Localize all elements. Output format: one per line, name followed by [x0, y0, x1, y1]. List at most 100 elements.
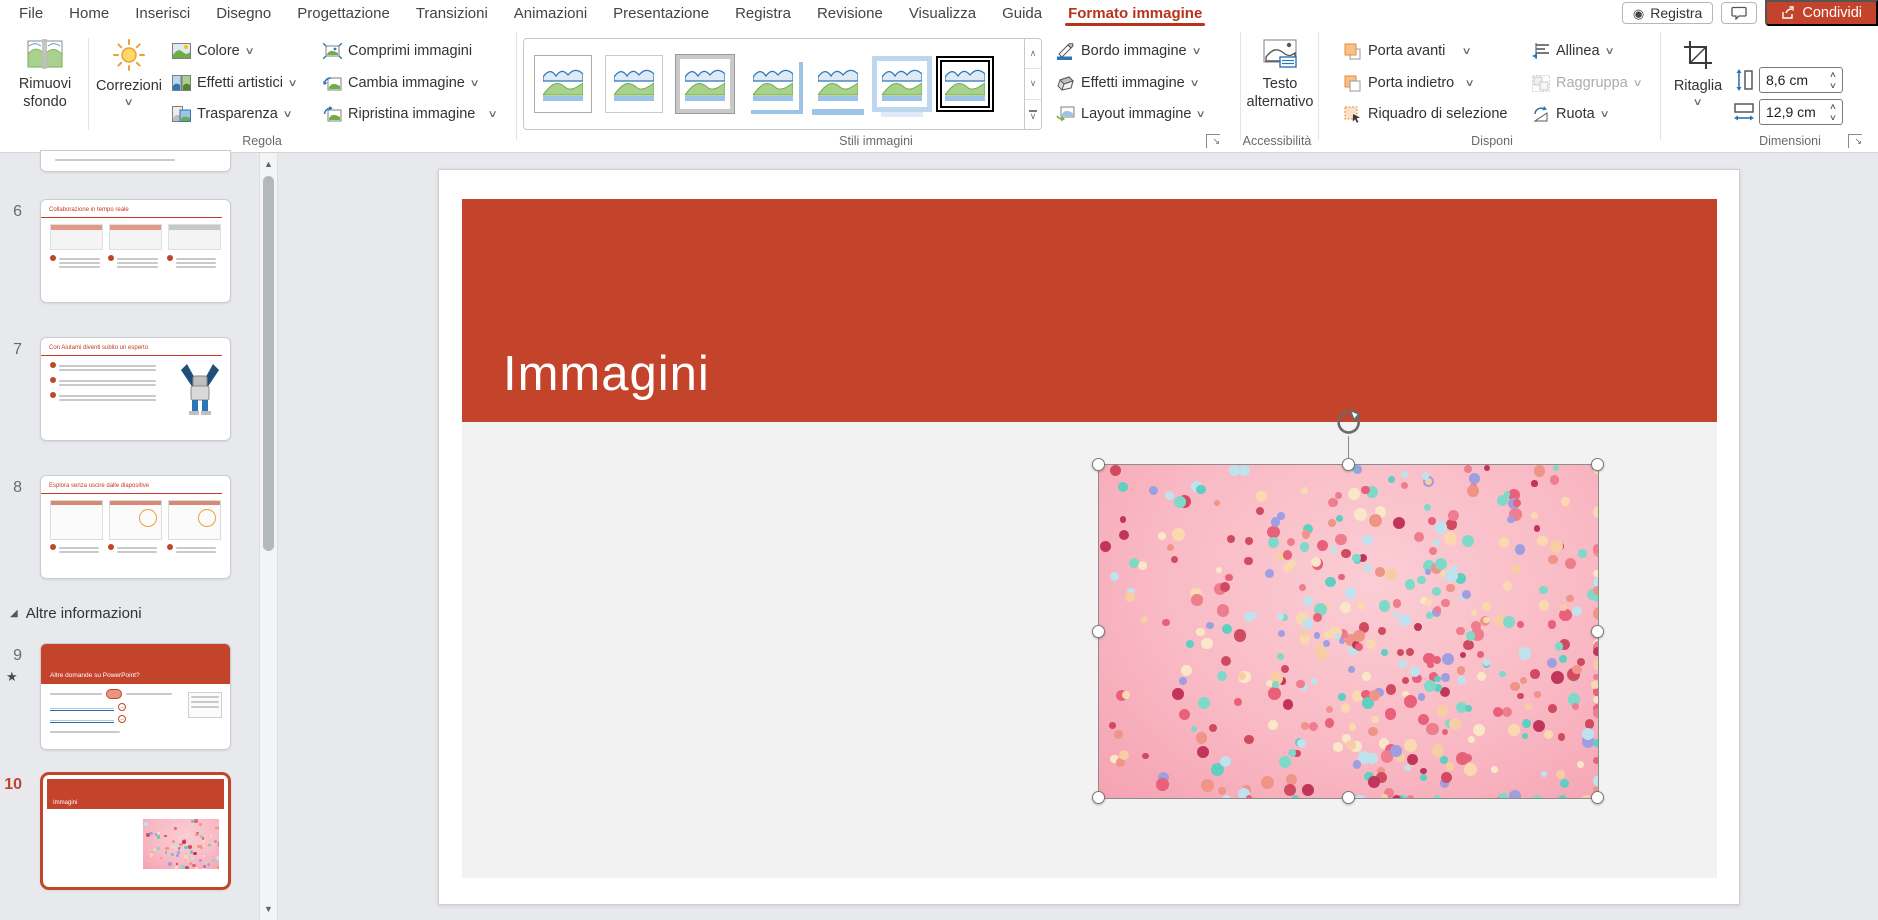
- scrollbar-thumb[interactable]: [263, 176, 274, 551]
- spinner-down-icon[interactable]: ∨: [1824, 112, 1842, 123]
- selection-handle-5[interactable]: [1092, 791, 1105, 804]
- menu-tab-inserisci[interactable]: Inserisci: [122, 0, 203, 26]
- menu-tab-registra[interactable]: Registra: [722, 0, 804, 26]
- correzioni-button[interactable]: Correzioni ∨: [96, 31, 162, 133]
- effetti-immagine-button[interactable]: Effetti immagine ∨: [1052, 70, 1202, 96]
- gallery-scroll-up[interactable]: ∧: [1025, 39, 1041, 68]
- width-spinner[interactable]: ∧∨: [1826, 101, 1840, 123]
- slide-thumbnail-9[interactable]: Altre domande su PowerPoint?____________…: [40, 643, 231, 750]
- confetti-dot: [202, 837, 204, 839]
- menu-tab-disegno[interactable]: Disegno: [203, 0, 284, 26]
- selection-handle-4[interactable]: [1591, 625, 1604, 638]
- condividi-button[interactable]: Condividi: [1765, 0, 1878, 26]
- height-spinner[interactable]: ∧∨: [1826, 69, 1840, 91]
- menu-tab-guida[interactable]: Guida: [989, 0, 1055, 26]
- slide-title-text[interactable]: Immagini: [503, 346, 710, 402]
- stili-dialog-launcher[interactable]: ↘: [1206, 134, 1220, 148]
- section-collapse-icon[interactable]: ◢: [10, 608, 18, 619]
- selection-handle-3[interactable]: [1092, 625, 1105, 638]
- selection-handle-0[interactable]: [1092, 458, 1105, 471]
- raggruppa-label: Raggruppa: [1556, 75, 1628, 91]
- menu-tab-animazioni[interactable]: Animazioni: [501, 0, 600, 26]
- colore-label: Colore: [197, 43, 240, 59]
- menu-tab-home[interactable]: Home: [56, 0, 122, 26]
- menu-tab-formato-immagine[interactable]: Formato immagine: [1055, 0, 1215, 26]
- selection-handle-1[interactable]: [1342, 458, 1355, 471]
- scrollbar-up-icon[interactable]: ▲: [260, 159, 277, 169]
- porta-indietro-button[interactable]: Porta indietro ∨: [1340, 70, 1478, 96]
- rotate-handle-icon[interactable]: [1335, 409, 1362, 436]
- menu-tab-transizioni[interactable]: Transizioni: [403, 0, 501, 26]
- confetti-dot: [1503, 616, 1515, 628]
- menu-tab-revisione[interactable]: Revisione: [804, 0, 896, 26]
- ritaglia-button[interactable]: Ritaglia ∨: [1668, 31, 1728, 133]
- menu-tab-presentazione[interactable]: Presentazione: [600, 0, 722, 26]
- porta-avanti-button[interactable]: Porta avanti ∨: [1340, 38, 1475, 64]
- confetti-dot: [178, 869, 182, 870]
- confetti-dot: [144, 822, 148, 826]
- confetti-dot: [1364, 564, 1372, 572]
- confetti-dot: [1119, 750, 1129, 760]
- slide-number-10: 10: [0, 776, 22, 794]
- layout-immagine-button[interactable]: Layout immagine ∨: [1052, 101, 1209, 127]
- confetti-dot: [1466, 631, 1476, 641]
- section-header-altre-informazioni[interactable]: ◢Altre informazioni: [10, 605, 142, 622]
- text-line: [176, 547, 216, 549]
- ruota-button[interactable]: Ruota ∨: [1528, 101, 1612, 127]
- rimuovi-sfondo-button[interactable]: Rimuovi sfondo: [10, 31, 80, 133]
- ripristina-immagine-label: Ripristina immagine: [348, 106, 475, 122]
- ripristina-immagine-button[interactable]: Ripristina immagine ∨: [319, 101, 501, 127]
- confetti-dot: [1484, 465, 1490, 471]
- selection-handle-7[interactable]: [1591, 791, 1604, 804]
- picture-style-glow-reflection[interactable]: [877, 61, 927, 107]
- selected-picture[interactable]: [1099, 465, 1598, 798]
- trasparenza-button[interactable]: Trasparenza ∨: [168, 101, 295, 127]
- group-divider: [1240, 32, 1241, 140]
- colore-button[interactable]: Colore ∨: [168, 38, 257, 64]
- confetti-dot: [212, 843, 215, 846]
- bullet-number: [108, 255, 114, 261]
- picture-style-frame-light[interactable]: [534, 55, 592, 113]
- ribbon-tabs: FileHomeInserisciDisegnoProgettazioneTra…: [0, 0, 1215, 26]
- picture-style-frame-metal[interactable]: [676, 55, 734, 113]
- riquadro-selezione-button[interactable]: Riquadro di selezione: [1340, 101, 1511, 127]
- testo-alternativo-button[interactable]: Testo alternativo: [1244, 31, 1316, 133]
- raggruppa-button[interactable]: Raggruppa ∨: [1528, 70, 1645, 96]
- cambia-immagine-button[interactable]: Cambia immagine ∨: [319, 70, 482, 96]
- confetti-dot: [1404, 739, 1417, 752]
- confetti-dot: [1591, 681, 1598, 689]
- spinner-up-icon[interactable]: ∧: [1824, 69, 1842, 80]
- slide-thumbnail-partial[interactable]: [40, 150, 231, 172]
- effetti-artistici-button[interactable]: Effetti artistici ∨: [168, 70, 300, 96]
- picture-style-frame-black-double[interactable]: [940, 60, 990, 108]
- selection-handle-6[interactable]: [1342, 791, 1355, 804]
- menu-tab-visualizza[interactable]: Visualizza: [896, 0, 989, 26]
- selection-handle-2[interactable]: [1591, 458, 1604, 471]
- slide-thumbnail-8[interactable]: Esplora senza uscire dalle diapositive: [40, 475, 231, 579]
- picture-style-shadow-offset[interactable]: [747, 58, 799, 110]
- spinner-down-icon[interactable]: ∨: [1824, 80, 1842, 91]
- dimensioni-dialog-launcher[interactable]: ↘: [1848, 134, 1862, 148]
- menu-tab-file[interactable]: File: [6, 0, 56, 26]
- height-input[interactable]: [1766, 68, 1822, 92]
- slide-thumbnail-10[interactable]: Immagini: [40, 772, 231, 890]
- gallery-scroll-down[interactable]: ∨: [1025, 68, 1041, 98]
- bullet-item: [50, 255, 104, 270]
- picture-style-frame-white[interactable]: [605, 55, 663, 113]
- slide-thumbnail-6[interactable]: Collaborazione in tempo reale: [40, 199, 231, 303]
- picture-style-shadow-center[interactable]: [812, 59, 864, 109]
- bordo-immagine-button[interactable]: Bordo immagine ∨: [1052, 38, 1204, 64]
- slides-scrollbar[interactable]: ▲ ▼: [259, 153, 278, 920]
- width-input[interactable]: [1766, 100, 1822, 124]
- confetti-dot: [1468, 736, 1476, 744]
- comprimi-immagini-button[interactable]: Comprimi immagini: [319, 38, 476, 64]
- comments-button[interactable]: [1721, 2, 1757, 24]
- scrollbar-down-icon[interactable]: ▼: [260, 904, 277, 914]
- confetti-dot: [1162, 619, 1169, 626]
- registra-button[interactable]: ◉ Registra: [1622, 2, 1713, 24]
- allinea-button[interactable]: Allinea ∨: [1528, 38, 1617, 64]
- slide-thumbnail-7[interactable]: Con Aiutami diventi subito un esperto: [40, 337, 231, 441]
- menu-tab-progettazione[interactable]: Progettazione: [284, 0, 403, 26]
- gallery-more-button[interactable]: ∨: [1025, 99, 1041, 129]
- spinner-up-icon[interactable]: ∧: [1824, 101, 1842, 112]
